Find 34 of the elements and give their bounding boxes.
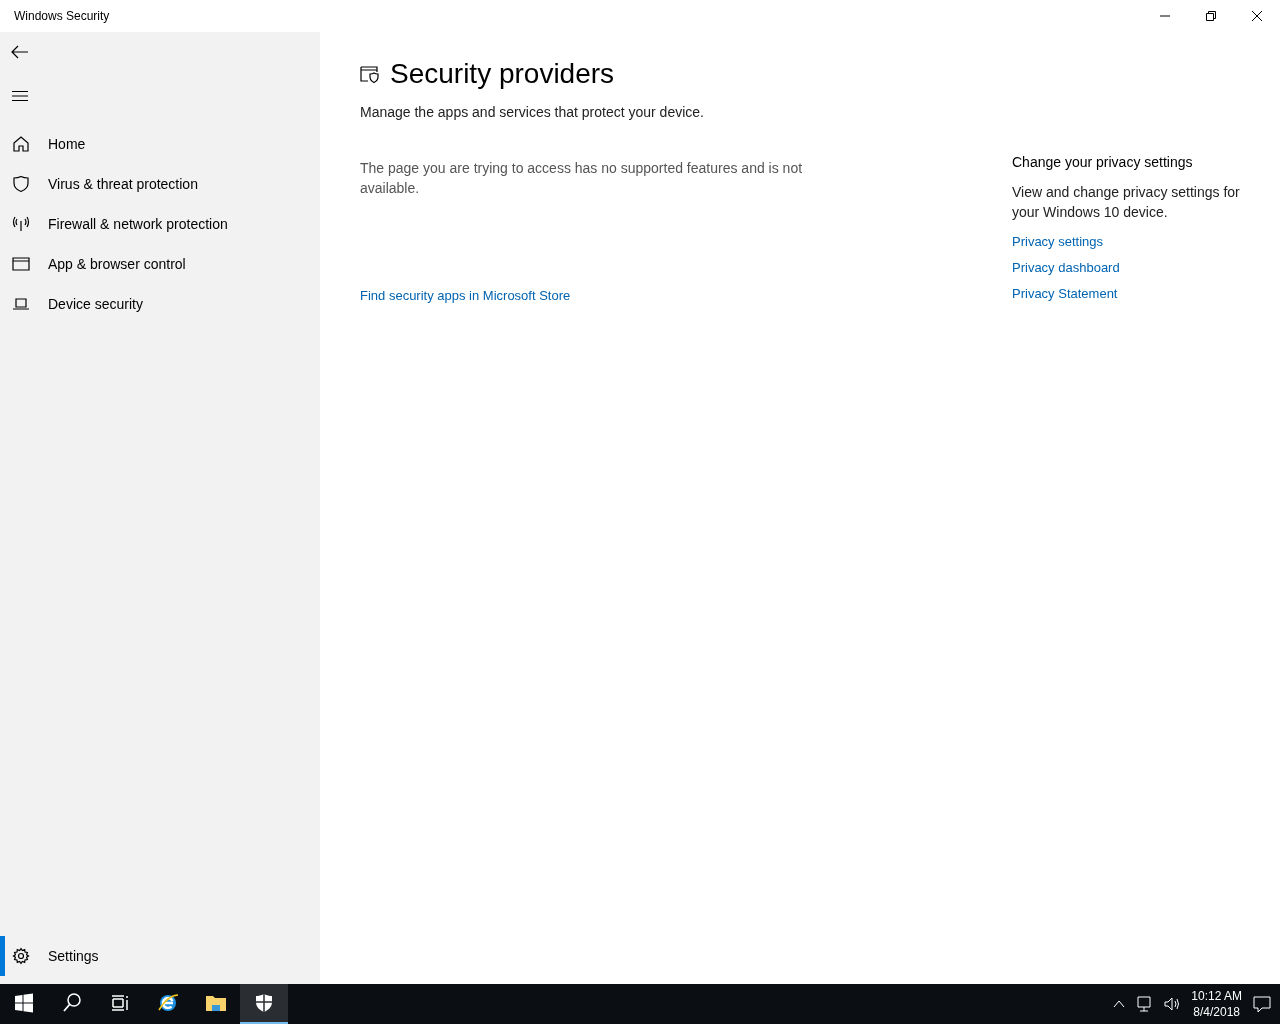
back-arrow-icon: [11, 45, 29, 59]
menu-icon: [12, 90, 28, 102]
network-icon[interactable]: [1135, 995, 1154, 1013]
nav-item[interactable]: Virus & threat protection: [0, 164, 320, 204]
privacy-heading: Change your privacy settings: [1012, 154, 1194, 170]
speaker-icon[interactable]: [1163, 995, 1182, 1013]
home-icon: [12, 135, 30, 153]
settings-nav-item[interactable]: Settings: [0, 936, 320, 976]
nav-item[interactable]: Device security: [0, 284, 320, 324]
taskbar-button[interactable]: [240, 984, 288, 1024]
shield-icon: [12, 175, 30, 193]
windows-logo-icon: [12, 991, 36, 1015]
settings-icon: [12, 947, 30, 965]
privacy-link[interactable]: Privacy settings: [1012, 233, 1104, 249]
privacy-link[interactable]: Privacy dashboard: [1012, 259, 1120, 275]
restore-icon: [1206, 11, 1216, 21]
nav-item[interactable]: App & browser control: [0, 244, 320, 284]
window-title: Windows Security: [13, 9, 110, 23]
notification-icon[interactable]: [1252, 995, 1272, 1013]
page-title: Security providers: [390, 58, 615, 90]
nav-item[interactable]: Firewall & network protection: [0, 204, 320, 244]
privacy-description: View and change privacy settings for your Windows 10 device.: [1012, 183, 1240, 222]
shield-window-icon: [360, 64, 380, 84]
chevron-up-icon[interactable]: [1113, 1000, 1126, 1008]
page-subtitle: Manage the apps and services that protect your device.: [360, 104, 705, 120]
browser-window-icon: [12, 255, 30, 273]
nav-item[interactable]: Home: [0, 124, 320, 164]
store-link[interactable]: Find security apps in Microsoft Store: [360, 288, 571, 303]
privacy-link[interactable]: Privacy Statement: [1012, 285, 1118, 301]
clock[interactable]: 10:12 AM 8/4/2018: [1191, 988, 1242, 1020]
close-icon: [1252, 11, 1262, 21]
antenna-icon: [12, 215, 30, 233]
laptop-icon: [12, 295, 30, 313]
unavailable-message: The page you are trying to access has no supported features and is not available.: [360, 159, 804, 198]
